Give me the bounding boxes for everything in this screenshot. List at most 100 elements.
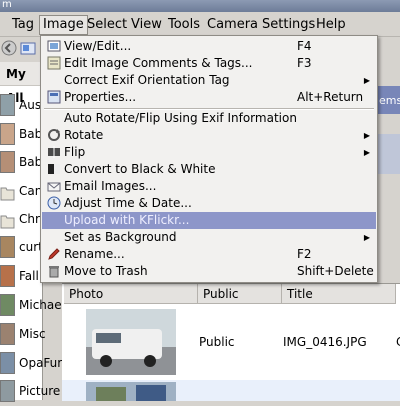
sidebar-item-label: OpaFur — [19, 356, 63, 370]
sidebar-item-fall[interactable]: Fall — [0, 263, 42, 291]
menu-view[interactable]: View — [128, 16, 165, 34]
sidebar-header: My All — [0, 62, 42, 105]
album-thumbnail — [0, 294, 15, 316]
menu-item-correct-exif[interactable]: Correct Exif Orientation Tag ▶ — [42, 72, 376, 89]
menu-item-label: Flip — [64, 145, 86, 159]
photo-thumbnail[interactable] — [86, 382, 176, 401]
sidebar-item-label: Michae — [19, 298, 62, 312]
menu-item-label: Rename... — [64, 247, 125, 261]
menu-item-upload-kflickr[interactable]: Upload with KFlickr... — [42, 212, 376, 229]
menu-item-shortcut: F2 — [297, 247, 312, 261]
menu-item-view-edit[interactable]: View/Edit... F4 — [42, 38, 376, 55]
sidebar-item-label: Bab — [19, 127, 43, 141]
menu-item-shortcut: F3 — [297, 56, 312, 70]
sidebar-item-bab[interactable]: Bab — [0, 121, 42, 149]
folder-icon — [0, 187, 15, 201]
menu-item-edit-comments-tags[interactable]: Edit Image Comments & Tags... F3 — [42, 55, 376, 72]
menu-item-move-to-trash[interactable]: Move to Trash Shift+Delete — [42, 263, 376, 280]
album-thumbnail — [0, 236, 15, 258]
image-menu-dropdown: View/Edit... F4 Edit Image Comments & Ta… — [40, 35, 378, 283]
menu-item-properties[interactable]: Properties... Alt+Return — [42, 89, 376, 106]
menu-item-label: Set as Background — [64, 230, 177, 244]
album-thumbnail — [0, 352, 15, 374]
sidebar-item-can[interactable]: Can — [0, 178, 42, 206]
menu-help[interactable]: Help — [313, 16, 349, 34]
sidebar-item-opafur[interactable]: OpaFur — [0, 350, 62, 378]
menu-item-shortcut: Alt+Return — [297, 90, 364, 104]
items-header-text: ems — [379, 94, 400, 107]
rotate-icon — [48, 129, 60, 141]
sidebar-item-curta[interactable]: curta — [0, 234, 50, 262]
menu-item-set-background[interactable]: Set as Background ▶ — [42, 229, 376, 246]
menu-item-label: Properties... — [64, 90, 137, 104]
sidebar-item-label: Can — [19, 184, 43, 198]
view-edit-icon — [47, 40, 61, 52]
menu-item-shortcut: Shift+Delete — [297, 264, 374, 278]
menu-item-label: Correct Exif Orientation Tag — [64, 73, 230, 87]
menu-item-label: Upload with KFlickr... — [64, 213, 190, 227]
menu-select[interactable]: Select — [84, 16, 130, 34]
menu-item-flip[interactable]: Flip ▶ — [42, 144, 376, 161]
email-icon — [47, 182, 61, 192]
menu-item-shortcut: F4 — [297, 39, 312, 53]
sidebar-item-chri[interactable]: Chri — [0, 206, 43, 234]
title-bar: m — [0, 0, 400, 12]
album-thumbnail — [0, 94, 15, 116]
back-icon[interactable] — [1, 40, 17, 56]
menu-item-label: Adjust Time & Date... — [64, 196, 192, 210]
submenu-arrow-icon: ▶ — [363, 131, 370, 140]
flip-icon — [48, 146, 60, 158]
sidebar-item-baby[interactable]: Baby — [0, 149, 49, 177]
cell-public: Public — [199, 335, 235, 349]
column-header-photo[interactable]: Photo — [64, 284, 198, 304]
menu-item-label: Convert to Black & White — [64, 162, 216, 176]
sidebar-item-michae[interactable]: Michae — [0, 292, 62, 320]
menu-tag[interactable]: Tag — [9, 16, 37, 34]
comments-tags-icon — [47, 56, 61, 70]
album-thumbnail — [0, 380, 15, 402]
menu-camera[interactable]: Camera — [204, 16, 261, 34]
menu-tools[interactable]: Tools — [165, 16, 203, 34]
column-header-title[interactable]: Title — [282, 284, 396, 304]
menu-item-adjust-time[interactable]: Adjust Time & Date... — [42, 195, 376, 212]
sidebar-item-picture[interactable]: Picture — [0, 378, 60, 406]
album-thumbnail — [0, 323, 15, 345]
submenu-arrow-icon: ▶ — [363, 233, 370, 242]
items-header-bar: ems — [377, 86, 400, 114]
sidebar-item-aust[interactable]: Aust — [0, 92, 46, 120]
folder-icon — [0, 215, 15, 229]
menu-item-rotate[interactable]: Rotate ▶ — [42, 127, 376, 144]
menu-item-email-images[interactable]: Email Images... — [42, 178, 376, 195]
album-thumbnail — [0, 123, 15, 145]
menu-item-label: Edit Image Comments & Tags... — [64, 56, 253, 70]
album-thumbnail — [0, 265, 15, 287]
menu-item-label: Rotate — [64, 128, 104, 142]
trash-icon — [49, 266, 59, 278]
thumbnail-strip — [377, 134, 400, 174]
menu-bar: Tag Image Select View Tools Camera Setti… — [0, 12, 400, 37]
column-header-public[interactable]: Public — [198, 284, 282, 304]
black-white-icon — [48, 164, 60, 174]
clock-icon — [47, 196, 61, 210]
submenu-arrow-icon: ▶ — [363, 148, 370, 157]
photo-thumbnail[interactable] — [86, 309, 176, 375]
menu-image[interactable]: Image — [39, 15, 88, 35]
menu-item-label: Email Images... — [64, 179, 157, 193]
menu-settings[interactable]: Settings — [259, 16, 318, 34]
sidebar-item-label: Misc — [19, 327, 46, 341]
cell-title: IMG_0416.JPG — [283, 335, 367, 349]
album-thumbnail — [0, 151, 15, 173]
menu-item-label: Auto Rotate/Flip Using Exif Information — [64, 111, 297, 125]
menu-item-label: View/Edit... — [64, 39, 132, 53]
submenu-arrow-icon: ▶ — [363, 76, 370, 85]
table-row[interactable] — [62, 380, 400, 401]
import-icon[interactable] — [20, 40, 36, 56]
menu-item-convert-bw[interactable]: Convert to Black & White — [42, 161, 376, 178]
cell-extra: C — [396, 333, 400, 351]
sidebar-item-misc[interactable]: Misc — [0, 321, 46, 349]
window-title: m — [2, 0, 12, 10]
photo-table: Photo Public Title Public IMG_0416.JPG C — [62, 283, 400, 401]
sidebar-item-label: Fall — [19, 269, 39, 283]
menu-item-rename[interactable]: Rename... F2 — [42, 246, 376, 263]
menu-item-auto-rotate[interactable]: Auto Rotate/Flip Using Exif Information — [42, 110, 376, 127]
